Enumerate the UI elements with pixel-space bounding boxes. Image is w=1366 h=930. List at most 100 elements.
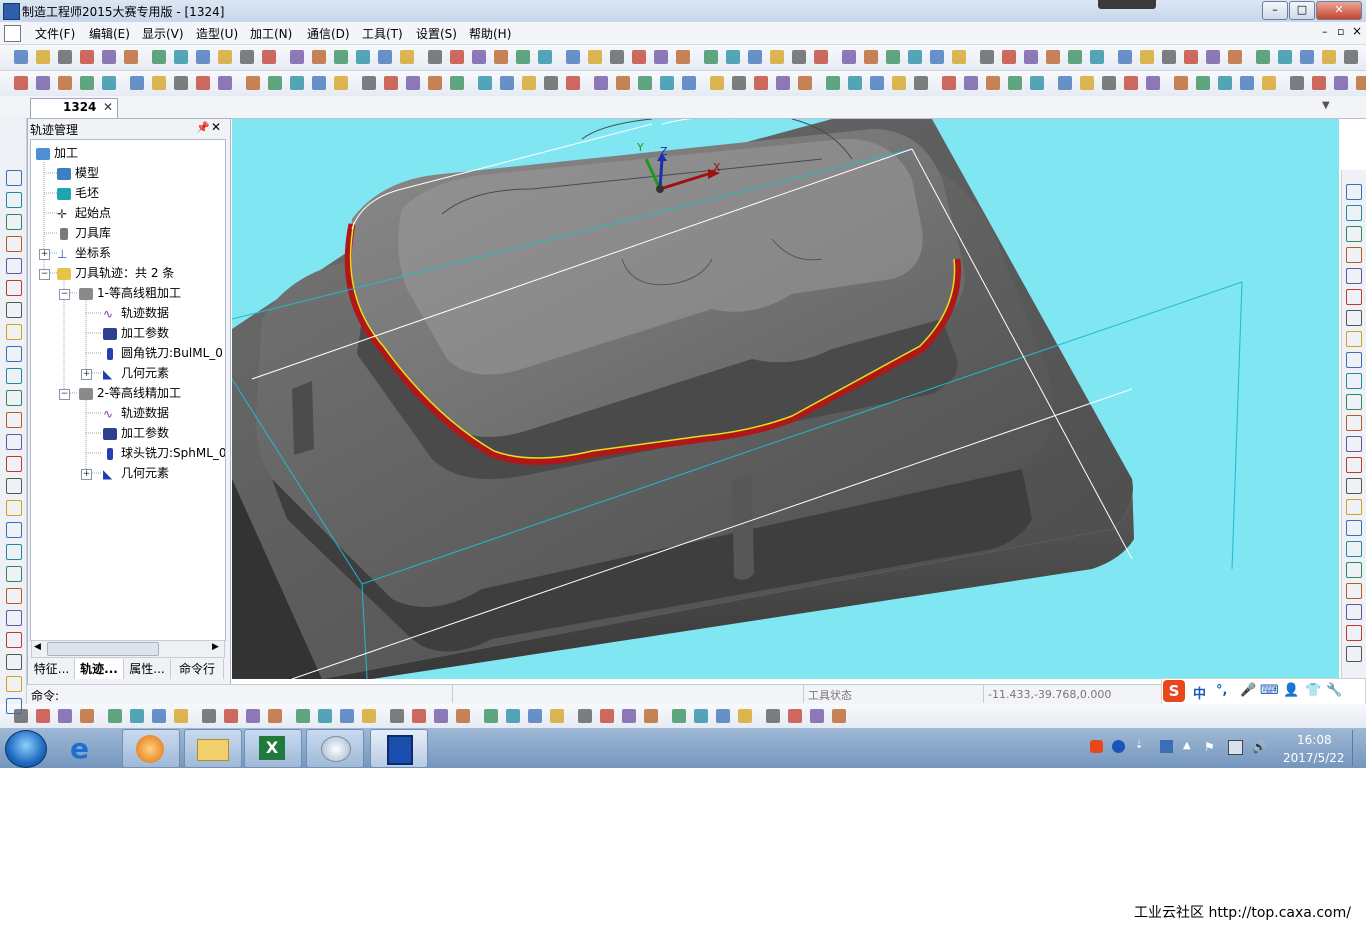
standard-tool-icon[interactable] [290, 50, 304, 64]
tree-item-op2-geometry[interactable]: ◣ 几何元素 [103, 464, 169, 484]
tree-item-op2[interactable]: 2-等高线精加工 [79, 384, 181, 404]
left-strip-tool-icon[interactable] [6, 566, 22, 582]
machining-tool-icon[interactable] [58, 76, 72, 90]
machining-tool-icon[interactable] [754, 76, 768, 90]
left-strip-tool-icon[interactable] [6, 654, 22, 670]
expand-coordinate-system[interactable]: + [39, 249, 50, 260]
machining-tool-icon[interactable] [268, 76, 282, 90]
machining-tool-icon[interactable] [870, 76, 884, 90]
machining-tool-icon[interactable] [1290, 76, 1304, 90]
collapse-op1[interactable]: − [59, 289, 70, 300]
curves-tool-icon[interactable] [318, 709, 332, 723]
machining-tool-icon[interactable] [1124, 76, 1138, 90]
machining-tool-icon[interactable] [616, 76, 630, 90]
right-strip-tool-icon[interactable] [1346, 310, 1362, 326]
right-strip-tool-icon[interactable] [1346, 520, 1362, 536]
standard-tool-icon[interactable] [1344, 50, 1358, 64]
maximize-button[interactable]: □ [1289, 1, 1315, 20]
standard-tool-icon[interactable] [240, 50, 254, 64]
standard-tool-icon[interactable] [610, 50, 624, 64]
machining-tool-icon[interactable] [36, 76, 50, 90]
machining-tool-icon[interactable] [638, 76, 652, 90]
standard-tool-icon[interactable] [58, 50, 72, 64]
standard-tool-icon[interactable] [262, 50, 276, 64]
standard-tool-icon[interactable] [36, 50, 50, 64]
machining-tool-icon[interactable] [450, 76, 464, 90]
left-strip-tool-icon[interactable] [6, 434, 22, 450]
standard-tool-icon[interactable] [676, 50, 690, 64]
curves-tool-icon[interactable] [202, 709, 216, 723]
machining-tool-icon[interactable] [892, 76, 906, 90]
standard-tool-icon[interactable] [472, 50, 486, 64]
standard-tool-icon[interactable] [632, 50, 646, 64]
standard-tool-icon[interactable] [124, 50, 138, 64]
menu-settings[interactable]: 设置(S) [416, 25, 457, 42]
curves-tool-icon[interactable] [622, 709, 636, 723]
machining-tool-icon[interactable] [942, 76, 956, 90]
machining-tool-icon[interactable] [152, 76, 166, 90]
right-strip-tool-icon[interactable] [1346, 289, 1362, 305]
menu-help[interactable]: 帮助(H) [469, 25, 511, 42]
curves-tool-icon[interactable] [788, 709, 802, 723]
curves-tool-icon[interactable] [578, 709, 592, 723]
machining-tool-icon[interactable] [1312, 76, 1326, 90]
machining-tool-icon[interactable] [334, 76, 348, 90]
user-icon[interactable]: 👤 [1283, 683, 1299, 698]
machining-tool-icon[interactable] [1080, 76, 1094, 90]
standard-tool-icon[interactable] [516, 50, 530, 64]
machining-tool-icon[interactable] [1334, 76, 1348, 90]
machining-tool-icon[interactable] [1196, 76, 1210, 90]
tree-item-op2-data[interactable]: ∿ 轨迹数据 [103, 404, 169, 424]
machining-tool-icon[interactable] [798, 76, 812, 90]
tree-item-op2-tool[interactable]: 球头铣刀:SphML_0 [103, 444, 225, 464]
standard-tool-icon[interactable] [1322, 50, 1336, 64]
tray-volume-icon[interactable]: 🔊 [1252, 740, 1267, 754]
machining-tool-icon[interactable] [914, 76, 928, 90]
right-strip-tool-icon[interactable] [1346, 415, 1362, 431]
left-strip-tool-icon[interactable] [6, 390, 22, 406]
standard-tool-icon[interactable] [1046, 50, 1060, 64]
right-strip-tool-icon[interactable] [1346, 352, 1362, 368]
left-strip-tool-icon[interactable] [6, 698, 22, 714]
menu-file[interactable]: 文件(F) [35, 25, 75, 42]
machining-tool-icon[interactable] [428, 76, 442, 90]
tab-toolpaths[interactable]: 轨迹... [75, 659, 124, 679]
right-strip-tool-icon[interactable] [1346, 436, 1362, 452]
right-strip-tool-icon[interactable] [1346, 562, 1362, 578]
expand-op2-geometry[interactable]: + [81, 469, 92, 480]
standard-tool-icon[interactable] [566, 50, 580, 64]
clock-date[interactable]: 2017/5/22 [1283, 751, 1345, 765]
tab-command-line[interactable]: 命令行 [171, 659, 224, 679]
standard-tool-icon[interactable] [1256, 50, 1270, 64]
standard-tool-icon[interactable] [538, 50, 552, 64]
curves-tool-icon[interactable] [36, 709, 50, 723]
tray-expand-icon[interactable]: ▲ [1183, 740, 1196, 753]
left-strip-tool-icon[interactable] [6, 280, 22, 296]
curves-tool-icon[interactable] [58, 709, 72, 723]
standard-tool-icon[interactable] [80, 50, 94, 64]
machining-tool-icon[interactable] [522, 76, 536, 90]
minimize-button[interactable]: – [1262, 1, 1288, 20]
right-strip-tool-icon[interactable] [1346, 625, 1362, 641]
scroll-right-icon[interactable]: ▶ [212, 642, 219, 652]
curves-tool-icon[interactable] [832, 709, 846, 723]
panel-close-icon[interactable]: ✕ [211, 120, 221, 134]
standard-tool-icon[interactable] [1024, 50, 1038, 64]
tree-item-start-point[interactable]: ✛ 起始点 [57, 204, 111, 224]
machining-tool-icon[interactable] [478, 76, 492, 90]
tree-item-op2-params[interactable]: 加工参数 [103, 424, 169, 444]
taskbar-explorer[interactable] [184, 729, 242, 768]
tray-network-icon[interactable] [1228, 740, 1243, 755]
collapse-op2[interactable]: − [59, 389, 70, 400]
taskbar-caxa[interactable] [370, 729, 428, 768]
scroll-left-icon[interactable]: ◀ [34, 642, 41, 652]
app-icon[interactable] [3, 3, 20, 20]
left-strip-tool-icon[interactable] [6, 236, 22, 252]
curves-tool-icon[interactable] [80, 709, 94, 723]
standard-tool-icon[interactable] [1206, 50, 1220, 64]
tree-item-op1-geometry[interactable]: ◣ 几何元素 [103, 364, 169, 384]
left-strip-tool-icon[interactable] [6, 170, 22, 186]
right-strip-tool-icon[interactable] [1346, 541, 1362, 557]
curves-tool-icon[interactable] [152, 709, 166, 723]
tray-flag-icon[interactable]: ⚑ [1204, 740, 1217, 754]
